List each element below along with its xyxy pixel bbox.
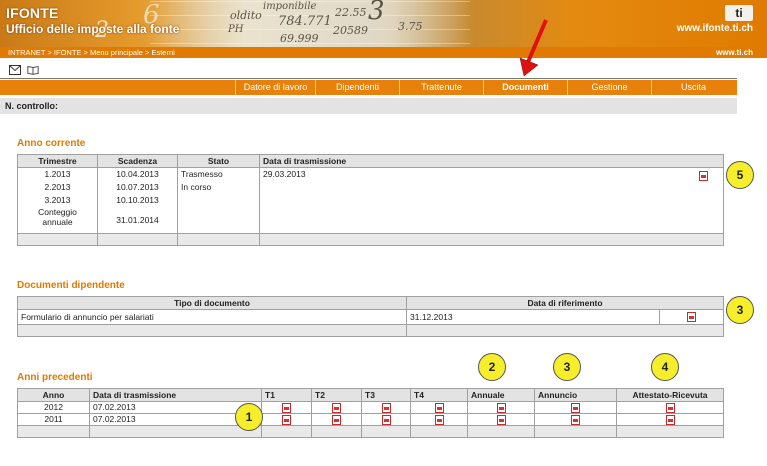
trimestre-cell: Conteggio annuale <box>38 207 77 227</box>
col-data-riferimento: Data di riferimento <box>406 296 724 310</box>
pdf-icon[interactable] <box>571 414 580 425</box>
callout-badge: 1 <box>235 403 263 431</box>
scadenza-cell: 10.10.2013 <box>116 195 159 205</box>
col-t1: T1 <box>261 388 312 402</box>
logo-text: ti <box>735 6 743 20</box>
pdf-icon[interactable] <box>698 170 708 181</box>
callout-badge: 5 <box>726 161 754 189</box>
banner-deco-text: imponibile <box>263 1 317 12</box>
breadcrumb[interactable]: INTRANET > IFONTE > Menu principale > Es… <box>8 47 175 58</box>
banner-deco-text: 69.999 <box>280 32 319 45</box>
section-anno-corrente-title: Anno corrente <box>17 138 86 149</box>
col-data-trasmissione: Data di trasmissione <box>89 388 262 402</box>
banner-deco-text: oldito <box>230 9 262 22</box>
breadcrumb-bar: INTRANET > IFONTE > Menu principale > Es… <box>0 47 767 58</box>
banner-deco-text: 3 <box>368 0 385 26</box>
site-url-small[interactable]: www.ti.ch <box>716 47 753 58</box>
banner-deco-text: 20589 <box>333 24 368 37</box>
col-t2: T2 <box>311 388 362 402</box>
documenti-dipendente-table: Tipo di documento Data di riferimento Fo… <box>17 296 724 337</box>
callout-badge: 4 <box>651 353 679 381</box>
pdf-icon[interactable] <box>282 414 291 425</box>
callout-badge: 3 <box>726 296 754 324</box>
section-anni-precedenti-title: Anni precedenti <box>17 372 93 383</box>
stato-cell: Trasmesso <box>181 169 223 179</box>
banner-deco-text: 784.771 <box>278 14 332 29</box>
pdf-icon[interactable] <box>381 402 391 413</box>
scadenza-cell: 10.07.2013 <box>116 182 159 192</box>
col-attestato-ricevuta: Attestato-Ricevuta <box>616 388 724 402</box>
pdf-icon[interactable] <box>496 402 506 413</box>
anno-cell: 2012 <box>17 401 90 414</box>
pdf-icon[interactable] <box>434 414 444 425</box>
pdf-icon[interactable] <box>332 402 341 413</box>
banner-deco-text: 22.55 <box>335 6 367 19</box>
banner-deco-text: 3.75 <box>398 20 423 33</box>
col-scadenza: Scadenza <box>97 154 178 168</box>
pdf-icon[interactable] <box>282 402 291 413</box>
envelope-icon[interactable] <box>9 65 21 75</box>
pdf-icon[interactable] <box>434 402 444 413</box>
anni-precedenti-table: Anno Data di trasmissione T1 T2 T3 T4 An… <box>17 388 724 438</box>
book-icon[interactable] <box>27 65 39 75</box>
col-data-trasmissione: Data di trasmissione <box>259 154 724 168</box>
col-tipo-documento: Tipo di documento <box>17 296 407 310</box>
pdf-icon[interactable] <box>332 414 341 425</box>
col-annuale: Annuale <box>467 388 535 402</box>
col-trimestre: Trimestre <box>17 154 98 168</box>
nav-datore-di-lavoro[interactable]: Datore di lavoro <box>235 80 315 95</box>
pdf-icon[interactable] <box>496 414 506 425</box>
pdf-icon[interactable] <box>381 414 391 425</box>
banner-deco-text: PH <box>228 24 244 35</box>
pdf-icon[interactable] <box>665 414 675 425</box>
main-nav: Datore di lavoro Dipendenti Trattenute D… <box>0 80 737 95</box>
site-url[interactable]: www.ifonte.ti.ch <box>677 23 753 34</box>
col-annuncio: Annuncio <box>534 388 617 402</box>
tipo-documento-cell: Formulario di annuncio per salariati <box>17 309 407 325</box>
nav-uscita[interactable]: Uscita <box>651 80 735 95</box>
app-subtitle: Ufficio delle imposte alla fonte <box>6 22 180 36</box>
anno-cell: 2011 <box>17 413 90 426</box>
trasmissione-cell: 29.03.2013 <box>263 169 306 179</box>
col-t3: T3 <box>361 388 411 402</box>
stato-cell: In corso <box>181 182 212 192</box>
anno-corrente-table: Trimestre Scadenza Stato Data di trasmis… <box>17 154 724 246</box>
callout-badge: 2 <box>478 353 506 381</box>
trimestre-cell: 1.2013 <box>44 169 71 179</box>
data-riferimento-cell: 31.12.2013 <box>406 309 660 325</box>
scadenza-cell: 10.04.2013 <box>116 169 159 179</box>
ti-logo: ti <box>725 5 753 21</box>
trimestre-cell: 3.2013 <box>44 195 71 205</box>
nav-dipendenti[interactable]: Dipendenti <box>315 80 399 95</box>
pdf-icon[interactable] <box>665 402 675 413</box>
scadenza-cell: 31.01.2014 <box>116 215 159 225</box>
col-t4: T4 <box>410 388 468 402</box>
callout-badge: 3 <box>553 353 581 381</box>
nav-gestione[interactable]: Gestione <box>567 80 651 95</box>
toolbar <box>0 62 737 79</box>
pdf-icon[interactable] <box>687 311 696 322</box>
app-title: IFONTE <box>6 5 59 21</box>
col-stato: Stato <box>177 154 260 168</box>
col-anno: Anno <box>17 388 90 402</box>
nav-trattenute[interactable]: Trattenute <box>399 80 483 95</box>
section-documenti-dipendente-title: Documenti dipendente <box>17 280 125 291</box>
nav-documenti[interactable]: Documenti <box>483 80 567 95</box>
trimestre-cell: 2.2013 <box>44 182 71 192</box>
pdf-icon[interactable] <box>571 402 580 413</box>
control-number-bar: N. controllo: <box>0 98 737 114</box>
